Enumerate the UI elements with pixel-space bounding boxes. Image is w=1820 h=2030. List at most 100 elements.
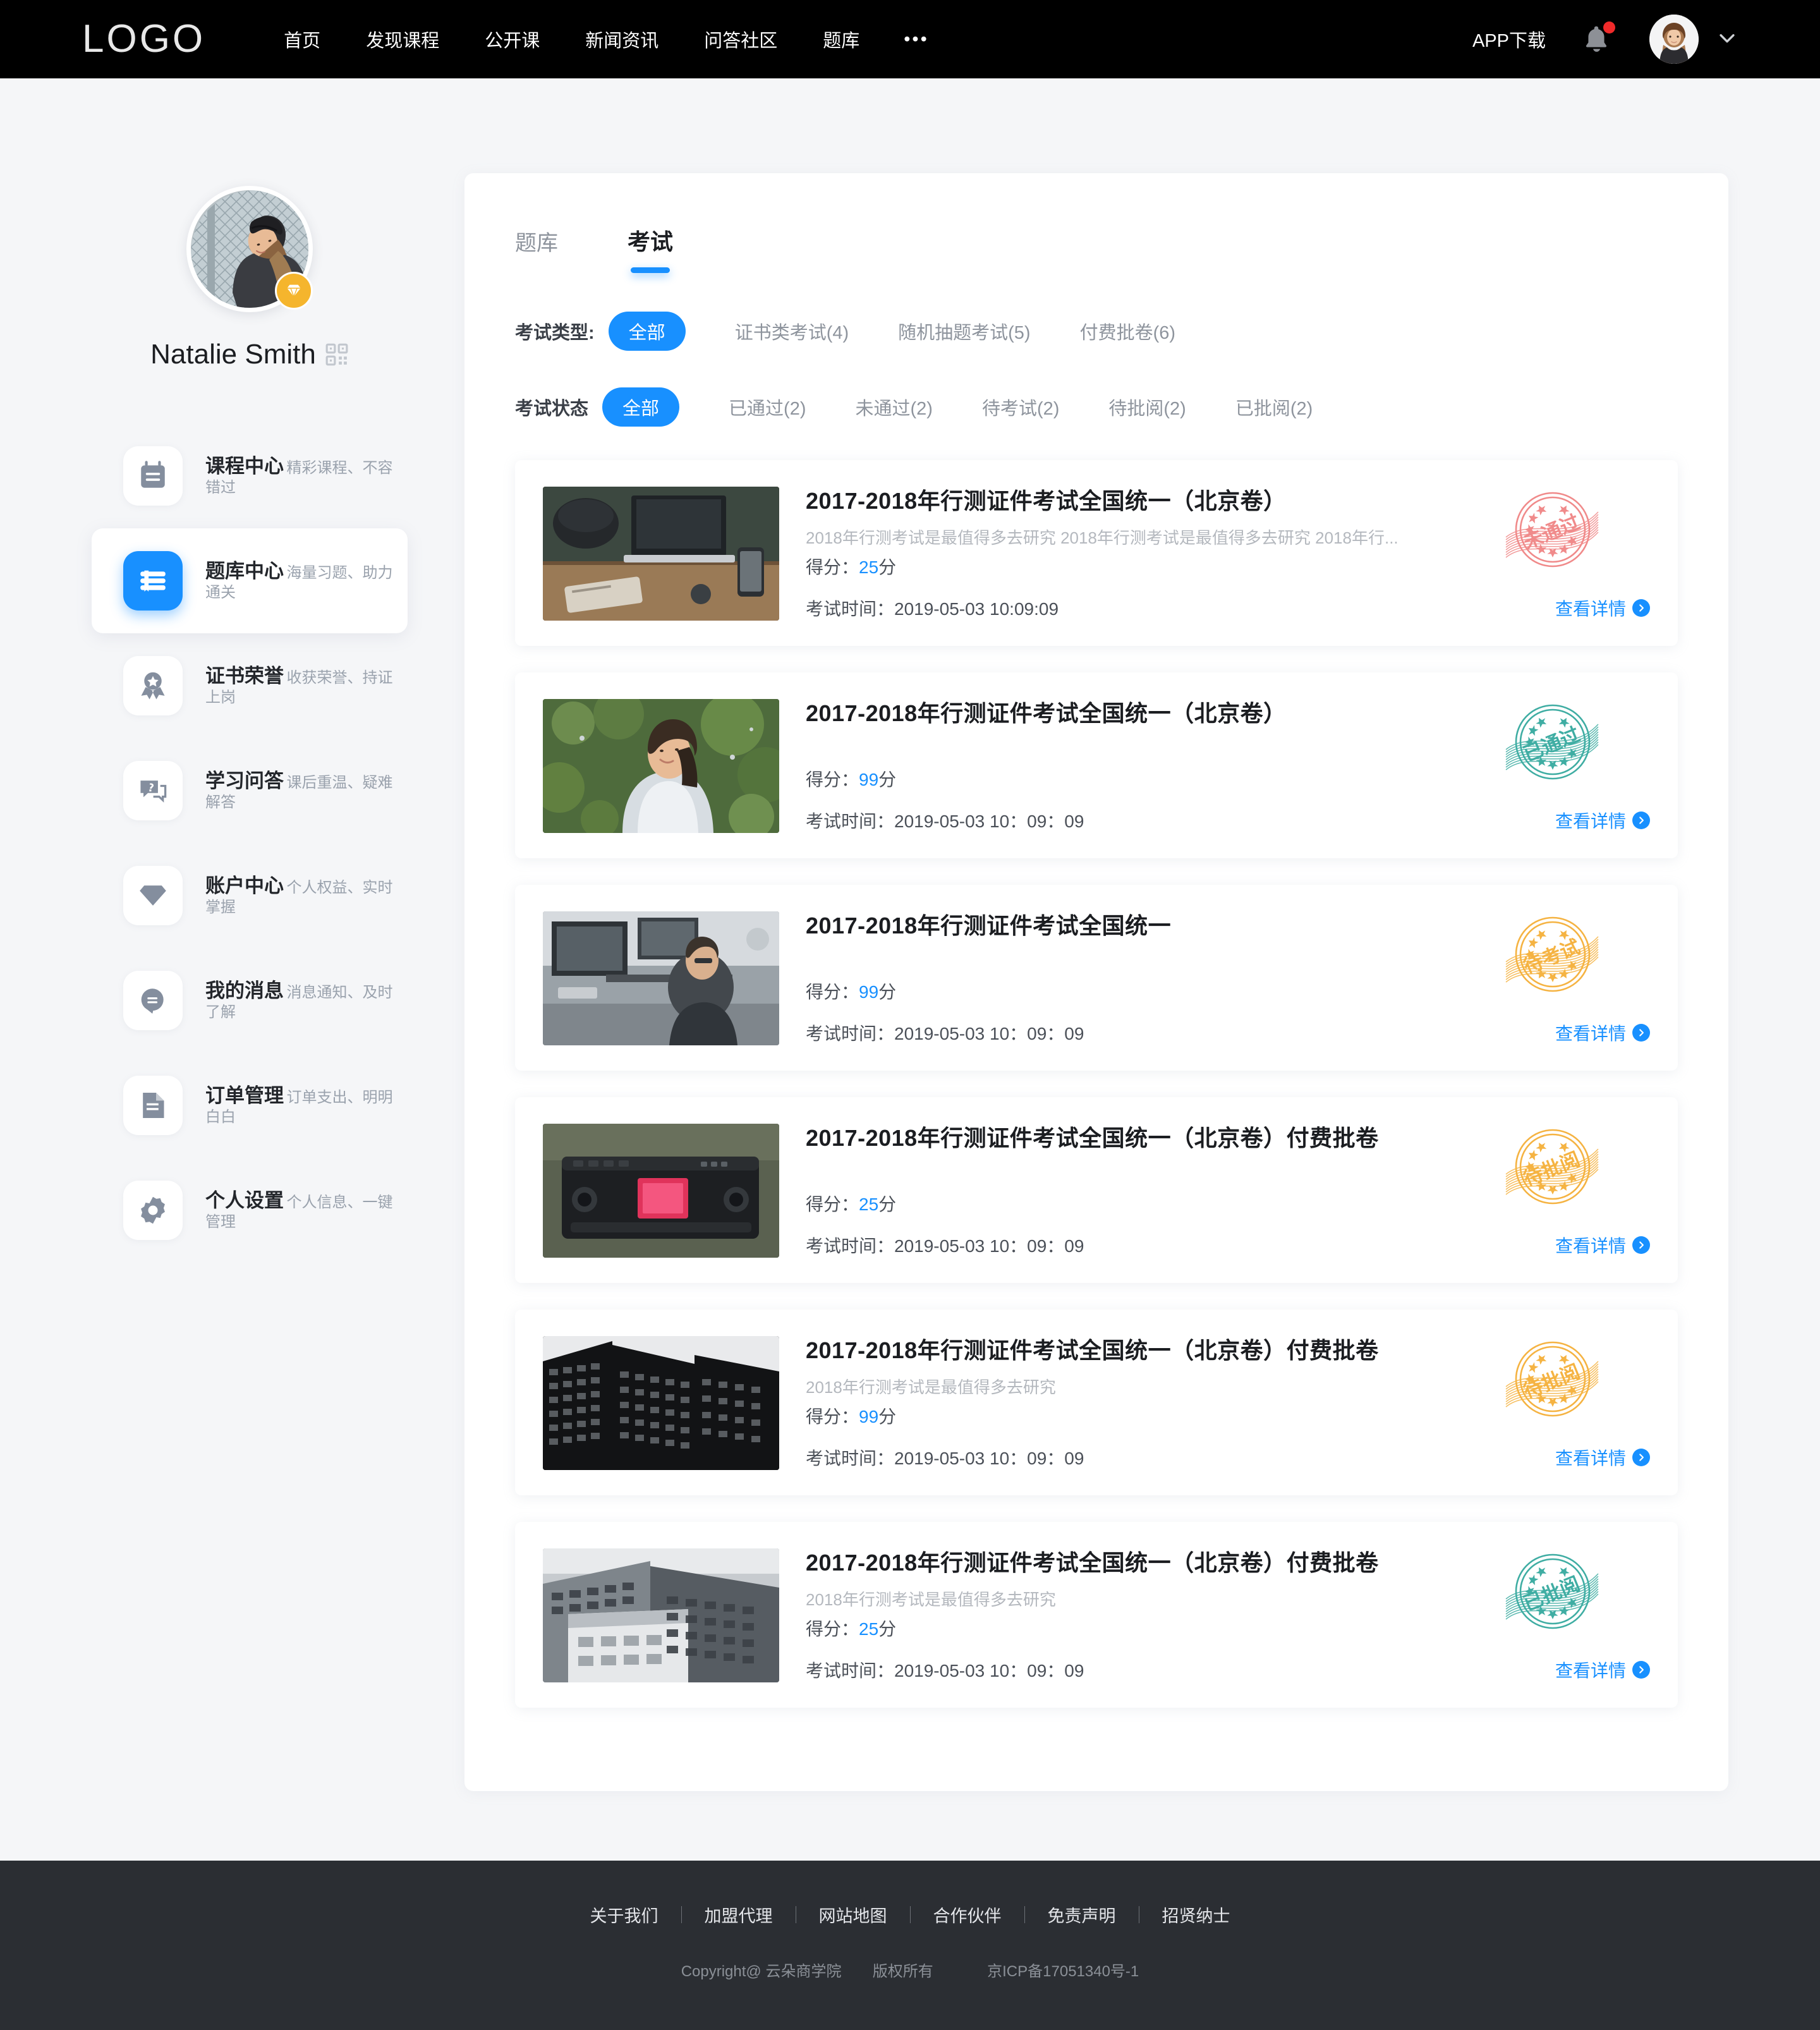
book-icon — [123, 551, 183, 611]
time-value: 2019-05-03 10：09：09 — [894, 811, 1084, 831]
exam-time: 考试时间：2019-05-03 10：09：09 — [806, 808, 1650, 833]
sidebar-item-title: 个人设置 — [205, 1189, 284, 1212]
question-bubble-icon — [123, 761, 183, 820]
filter-options-exam-type: 全部 证书类考试(4) 随机抽题考试(5) 付费批卷(6) — [608, 312, 1175, 351]
exam-card[interactable]: 2017-2018年行测证件考试全国统一 得分：99分 考试时间：2019-05… — [515, 885, 1678, 1071]
nav-right-group: APP下载 — [1472, 15, 1738, 64]
view-detail-link[interactable]: 查看详情 — [1555, 595, 1650, 621]
qr-code-icon[interactable] — [325, 343, 349, 367]
sidebar-item-title: 课程中心 — [205, 455, 284, 478]
notification-bell-button[interactable] — [1580, 21, 1615, 56]
nav-item-news[interactable]: 新闻资讯 — [562, 26, 681, 52]
stamp-pending-exam-icon: 待考试 — [1505, 916, 1599, 992]
sidebar-item-learning-qa[interactable]: 学习问答 课后重温、疑难解答 — [92, 738, 408, 843]
exam-time: 考试时间：2019-05-03 10：09：09 — [806, 1020, 1650, 1045]
exam-card[interactable]: 2017-2018年行测证件考试全国统一（北京卷） 得分：99分 考试时间：20… — [515, 672, 1678, 858]
sidebar-item-text: 账户中心 个人权益、实时掌握 — [205, 874, 408, 917]
nav-item-home[interactable]: 首页 — [261, 26, 343, 52]
stamp-passed-icon: 已通过 — [1505, 704, 1599, 780]
time-label: 考试时间： — [806, 1236, 895, 1256]
score-unit: 分 — [878, 1619, 897, 1639]
footer-copyright: Copyright@ 云朵商学院 版权所有 京ICP备17051340号-1 — [0, 1959, 1820, 1981]
filter-chip-type-cert[interactable]: 证书类考试(4) — [735, 312, 849, 351]
score-label: 得分： — [806, 770, 859, 789]
time-value: 2019-05-03 10：09：09 — [894, 1449, 1084, 1468]
site-logo[interactable]: LOGO — [82, 20, 205, 59]
user-avatar[interactable] — [1649, 15, 1699, 64]
filter-chip-status-passed[interactable]: 已通过(2) — [729, 387, 806, 427]
app-download-link[interactable]: APP下载 — [1472, 26, 1546, 52]
building-bw-photo — [543, 1336, 779, 1470]
tab-question-bank[interactable]: 题库 — [515, 226, 558, 273]
exam-card[interactable]: 2017-2018年行测证件考试全国统一（北京卷） 2018年行测考试是最值得多… — [515, 460, 1678, 646]
exam-thumbnail — [543, 1336, 779, 1470]
icp-text[interactable]: 京ICP备17051340号-1 — [987, 1963, 1139, 1980]
filter-chip-type-paid[interactable]: 付费批卷(6) — [1080, 312, 1175, 351]
filters: 考试类型: 全部 证书类考试(4) 随机抽题考试(5) 付费批卷(6) 考试状态… — [464, 273, 1728, 436]
time-label: 考试时间： — [806, 599, 895, 619]
sidebar-item-order-management[interactable]: 订单管理 订单支出、明明白白 — [92, 1053, 408, 1158]
exam-time: 考试时间：2019-05-03 10:09:09 — [806, 595, 1650, 621]
score-unit: 分 — [878, 982, 897, 1002]
score-value: 25 — [859, 1194, 879, 1214]
sidebar-item-account-center[interactable]: 账户中心 个人权益、实时掌握 — [92, 843, 408, 948]
exam-card[interactable]: 2017-2018年行测证件考试全国统一（北京卷）付费批卷 得分：25分 考试时… — [515, 1097, 1678, 1283]
view-detail-label: 查看详情 — [1555, 599, 1626, 619]
view-detail-link[interactable]: 查看详情 — [1555, 1445, 1650, 1470]
score-label: 得分： — [806, 1194, 859, 1214]
filter-chip-status-failed[interactable]: 未通过(2) — [855, 387, 932, 427]
main-panel: 题库 考试 考试类型: 全部 证书类考试(4) 随机抽题考试(5) 付费批卷(6… — [464, 173, 1728, 1791]
sidebar-item-text: 个人设置 个人信息、一键管理 — [205, 1189, 408, 1232]
view-detail-link[interactable]: 查看详情 — [1555, 1232, 1650, 1258]
filter-chip-status-reviewed[interactable]: 已批阅(2) — [1235, 387, 1313, 427]
time-label: 考试时间： — [806, 1024, 895, 1043]
sidebar-item-title: 账户中心 — [205, 875, 284, 897]
filter-chip-status-pending-review[interactable]: 待批阅(2) — [1108, 387, 1186, 427]
sidebar-item-course-center[interactable]: 课程中心 精彩课程、不容错过 — [92, 423, 408, 528]
status-stamp: 待考试 — [1502, 905, 1603, 1006]
filter-row-exam-status: 考试状态 全部 已通过(2) 未通过(2) 待考试(2) 待批阅(2) 已批阅(… — [515, 378, 1678, 436]
score-unit: 分 — [878, 1407, 897, 1426]
view-detail-label: 查看详情 — [1555, 811, 1626, 831]
user-menu-button[interactable] — [1716, 27, 1738, 52]
score-label: 得分： — [806, 982, 859, 1002]
profile-avatar-wrap[interactable] — [186, 186, 313, 312]
nav-item-question-bank[interactable]: 题库 — [800, 26, 882, 52]
nav-more-icon[interactable]: ••• — [882, 29, 950, 50]
time-label: 考试时间： — [806, 1449, 895, 1468]
sidebar-item-personal-settings[interactable]: 个人设置 个人信息、一键管理 — [92, 1158, 408, 1263]
filter-chip-type-random[interactable]: 随机抽题考试(5) — [898, 312, 1030, 351]
time-value: 2019-05-03 10:09:09 — [894, 599, 1059, 619]
sidebar-item-question-bank-center[interactable]: 题库中心 海量习题、助力通关 — [92, 528, 408, 633]
stamp-reviewed-icon: 已批阅 — [1505, 1553, 1599, 1629]
exam-card[interactable]: 2017-2018年行测证件考试全国统一（北京卷）付费批卷 2018年行测考试是… — [515, 1522, 1678, 1708]
calendar-icon — [123, 446, 183, 506]
sidebar-item-text: 学习问答 课后重温、疑难解答 — [205, 769, 408, 812]
filter-chip-type-all[interactable]: 全部 — [608, 312, 686, 351]
exam-card[interactable]: 2017-2018年行测证件考试全国统一（北京卷）付费批卷 2018年行测考试是… — [515, 1310, 1678, 1495]
nav-item-courses[interactable]: 发现课程 — [343, 26, 462, 52]
profile-block: Natalie Smith — [92, 186, 408, 370]
view-detail-link[interactable]: 查看详情 — [1555, 808, 1650, 833]
filter-chip-status-pending-exam[interactable]: 待考试(2) — [982, 387, 1059, 427]
score-unit: 分 — [878, 770, 897, 789]
building-photo — [543, 1548, 779, 1682]
view-detail-label: 查看详情 — [1555, 1449, 1626, 1468]
sidebar-item-title: 订单管理 — [205, 1085, 284, 1107]
tab-exam[interactable]: 考试 — [628, 224, 673, 273]
desk-laptop-photo — [543, 487, 779, 621]
sidebar: Natalie Smith 课程中心 精彩课程、不容错过 题库中心 海量习题、助… — [92, 78, 408, 1263]
view-detail-link[interactable]: 查看详情 — [1555, 1657, 1650, 1682]
nav-item-open-class[interactable]: 公开课 — [462, 26, 562, 52]
status-stamp: 未通过 — [1502, 480, 1603, 581]
sidebar-item-my-messages[interactable]: 我的消息 消息通知、及时了解 — [92, 948, 408, 1053]
nav-item-community[interactable]: 问答社区 — [681, 26, 800, 52]
time-label: 考试时间： — [806, 1661, 895, 1681]
view-detail-link[interactable]: 查看详情 — [1555, 1020, 1650, 1045]
exam-description: 2018年行测考试是最值得多去研究 — [806, 1590, 1056, 1609]
chevron-right-icon — [1632, 1024, 1650, 1042]
sidebar-item-certificates[interactable]: 证书荣誉 收获荣誉、持证上岗 — [92, 633, 408, 738]
filter-chip-status-all[interactable]: 全部 — [602, 387, 680, 427]
page-body: Natalie Smith 课程中心 精彩课程、不容错过 题库中心 海量习题、助… — [0, 78, 1820, 1861]
chat-bubble-icon — [123, 971, 183, 1030]
